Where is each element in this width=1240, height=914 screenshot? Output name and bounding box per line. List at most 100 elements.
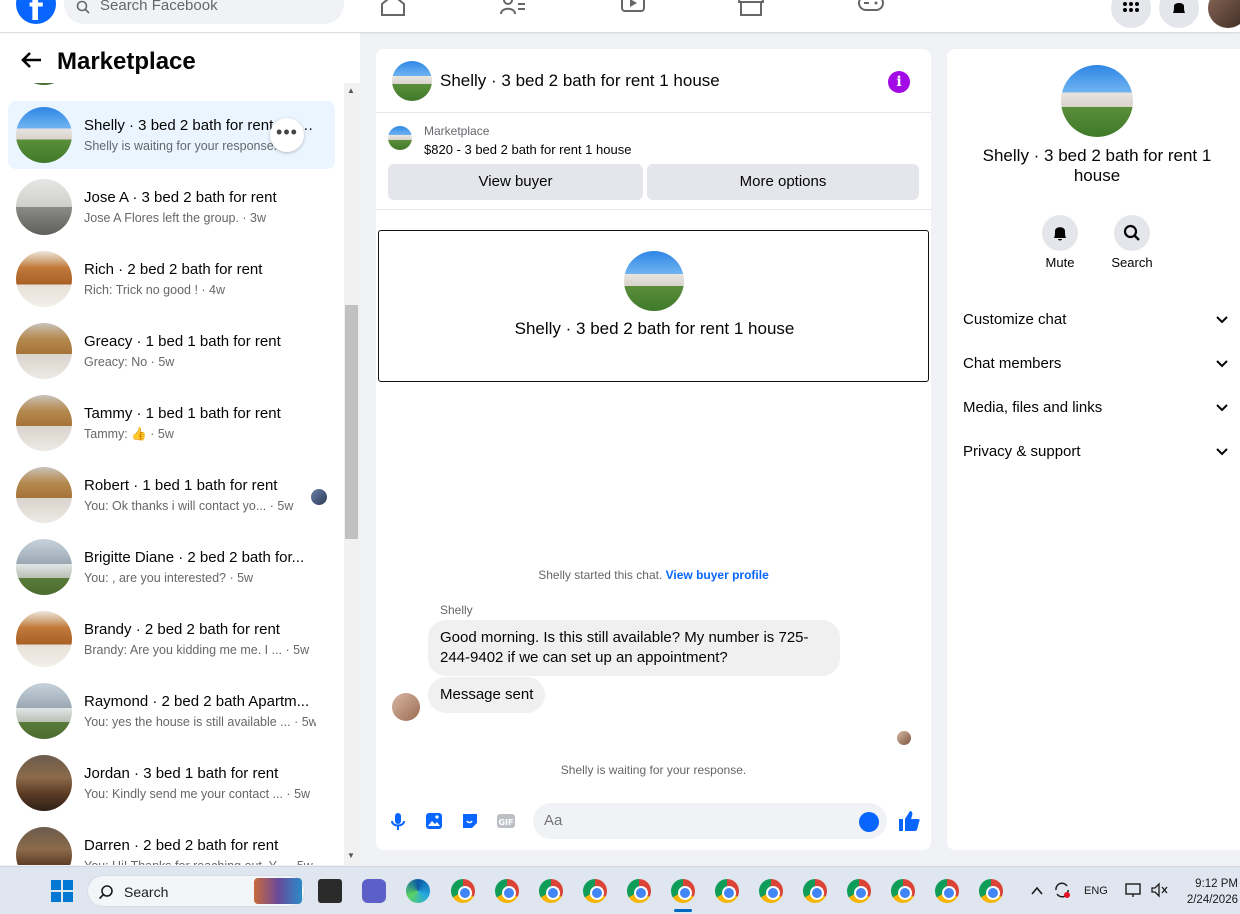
- customize-chat-section[interactable]: Customize chat: [947, 299, 1240, 339]
- conversation-preview: Greacy: No · 5w: [84, 355, 175, 369]
- facebook-search-input[interactable]: Search Facebook: [64, 0, 344, 24]
- scroll-down-arrow-icon[interactable]: ▼: [347, 851, 355, 860]
- conversation-avatar: [16, 539, 72, 595]
- conversation-item[interactable]: Shelly · 3 bed 2 bath for rent 1 house Sh…: [8, 101, 335, 169]
- message-composer: GIF: [376, 800, 931, 840]
- menu-grid-icon[interactable]: [1111, 0, 1151, 28]
- conversation-item[interactable]: Raymond · 2 bed 2 bath Apartm... You: yes…: [8, 677, 335, 745]
- search-in-chat-button[interactable]: [1114, 215, 1150, 251]
- section-label: Media, files and links: [963, 399, 1103, 416]
- windows-start-icon[interactable]: [51, 880, 73, 902]
- waiting-notice: Shelly is waiting for your response.: [560, 763, 747, 777]
- conversation-name: Jordan · 3 bed 1 bath for rent: [84, 765, 279, 782]
- marketplace-icon[interactable]: [738, 0, 764, 16]
- system-clock[interactable]: 9:12 PM 2/24/2026: [1180, 876, 1238, 908]
- listing-card-title: Shelly · 3 bed 2 bath for rent 1 house: [514, 319, 795, 338]
- conversation-item[interactable]: Tammy · 1 bed 1 bath for rent Tammy: 👍 · …: [8, 389, 335, 457]
- show-hidden-icons-icon[interactable]: [1030, 884, 1044, 898]
- view-buyer-profile-link[interactable]: View buyer profile: [666, 568, 769, 582]
- listing-card-image: [624, 251, 684, 311]
- video-icon[interactable]: [620, 0, 646, 16]
- edge-browser-icon[interactable]: [406, 879, 430, 903]
- conversation-avatar: [16, 755, 72, 811]
- search-highlight-image: [254, 878, 302, 904]
- chrome-browser-icon[interactable]: [451, 879, 475, 903]
- chrome-browser-icon[interactable]: [935, 879, 959, 903]
- seen-receipt-avatar: [311, 489, 327, 505]
- message-bubble[interactable]: Message sent: [428, 677, 546, 713]
- friends-icon[interactable]: [500, 0, 526, 16]
- conversation-item[interactable]: Darren · 2 bed 2 bath for rent You: Hi! T…: [8, 821, 335, 865]
- chrome-browser-icon[interactable]: [979, 879, 1003, 903]
- conversation-preview: You: Ok thanks i will contact yo... · 5w: [84, 499, 294, 513]
- gaming-icon[interactable]: [858, 0, 884, 16]
- scrollbar-thumb[interactable]: [345, 305, 358, 539]
- chrome-browser-icon[interactable]: [759, 879, 783, 903]
- taskbar-search-box[interactable]: Search: [87, 875, 305, 907]
- conversation-item[interactable]: Brandy · 2 bed 2 bath for rent Brandy: Ar…: [8, 605, 335, 673]
- conversation-name: Jose A · 3 bed 2 bath for rent: [84, 189, 277, 206]
- back-arrow-icon[interactable]: [20, 51, 42, 69]
- chrome-browser-icon[interactable]: [847, 879, 871, 903]
- chrome-browser-icon[interactable]: [495, 879, 519, 903]
- notifications-bell-icon[interactable]: [1159, 0, 1199, 28]
- clock-date: 2/24/2026: [1186, 894, 1238, 906]
- scroll-up-arrow-icon[interactable]: ▲: [347, 86, 355, 95]
- conversation-item[interactable]: Greacy · 1 bed 1 bath for rent Greacy: No…: [8, 317, 335, 385]
- conversation-preview: Brandy: Are you kidding me me. I ... · 5…: [84, 643, 310, 657]
- conversation-item[interactable]: Jose A · 3 bed 2 bath for rent Jose A Flo…: [8, 173, 335, 241]
- conversation-item[interactable]: Rich · 2 bed 2 bath for rent Rich: Trick …: [8, 245, 335, 313]
- search-label: Search: [1111, 255, 1153, 270]
- conversation-item[interactable]: Robert · 1 bed 1 bath for rent You: Ok th…: [8, 461, 335, 529]
- search-placeholder: Search Facebook: [100, 0, 218, 14]
- emoji-icon[interactable]: [859, 812, 879, 832]
- network-icon[interactable]: [1125, 882, 1143, 898]
- thumbs-up-icon[interactable]: [897, 809, 921, 833]
- more-options-icon[interactable]: •••: [270, 118, 304, 152]
- chrome-browser-icon[interactable]: [803, 879, 827, 903]
- chrome-browser-icon[interactable]: [715, 879, 739, 903]
- view-buyer-button[interactable]: View buyer: [388, 164, 643, 200]
- facebook-logo-icon[interactable]: [16, 0, 56, 28]
- chat-title[interactable]: Shelly · 3 bed 2 bath for rent 1 house: [440, 71, 720, 91]
- privacy-support-section[interactable]: Privacy & support: [947, 431, 1240, 471]
- sync-icon[interactable]: [1053, 881, 1071, 899]
- conversation-avatar: [16, 467, 72, 523]
- chrome-browser-icon[interactable]: [671, 879, 695, 903]
- home-icon[interactable]: [380, 0, 406, 16]
- conversation-item[interactable]: Jordan · 3 bed 1 bath for rent You: Kindl…: [8, 749, 335, 817]
- conversation-avatar: [16, 611, 72, 667]
- listing-thumbnail[interactable]: [388, 126, 412, 150]
- sticker-icon[interactable]: [460, 811, 480, 831]
- microphone-icon[interactable]: [388, 811, 408, 831]
- message-input[interactable]: [533, 803, 887, 839]
- chrome-browser-icon[interactable]: [627, 879, 651, 903]
- chat-members-section[interactable]: Chat members: [947, 343, 1240, 383]
- chrome-browser-icon[interactable]: [891, 879, 915, 903]
- conversation-item[interactable]: Brigitte Diane · 2 bed 2 bath for... You:…: [8, 533, 335, 601]
- message-sender-name: Shelly: [440, 603, 473, 617]
- conversation-avatar[interactable]: [1061, 65, 1133, 137]
- conversation-sidebar: Shelly · 3 bed 2 bath for rent 1 house Sh…: [0, 33, 360, 865]
- chat-details-panel: Shelly · 3 bed 2 bath for rent 1 house M…: [947, 49, 1240, 850]
- teams-icon[interactable]: [362, 879, 386, 903]
- info-icon[interactable]: i: [888, 71, 910, 93]
- task-view-icon[interactable]: [318, 879, 342, 903]
- more-options-button[interactable]: More options: [647, 164, 919, 200]
- mute-label: Mute: [1045, 255, 1075, 270]
- profile-avatar[interactable]: [1208, 0, 1240, 28]
- listing-card[interactable]: Shelly · 3 bed 2 bath for rent 1 house: [378, 230, 929, 382]
- chat-avatar[interactable]: [392, 61, 432, 101]
- gif-icon[interactable]: GIF: [496, 811, 516, 831]
- listing-summary[interactable]: $820 - 3 bed 2 bath for rent 1 house: [424, 142, 631, 157]
- conversation-title: Shelly · 3 bed 2 bath for rent 1 house: [982, 146, 1212, 185]
- chrome-browser-icon[interactable]: [539, 879, 563, 903]
- message-bubble[interactable]: Good morning. Is this still available? M…: [428, 620, 840, 676]
- language-indicator[interactable]: ENG: [1084, 885, 1108, 897]
- mute-button[interactable]: [1042, 215, 1078, 251]
- volume-muted-icon[interactable]: [1150, 882, 1168, 898]
- photo-icon[interactable]: [424, 811, 444, 831]
- chrome-browser-icon[interactable]: [583, 879, 607, 903]
- media-files-links-section[interactable]: Media, files and links: [947, 387, 1240, 427]
- conversation-avatar: [16, 323, 72, 379]
